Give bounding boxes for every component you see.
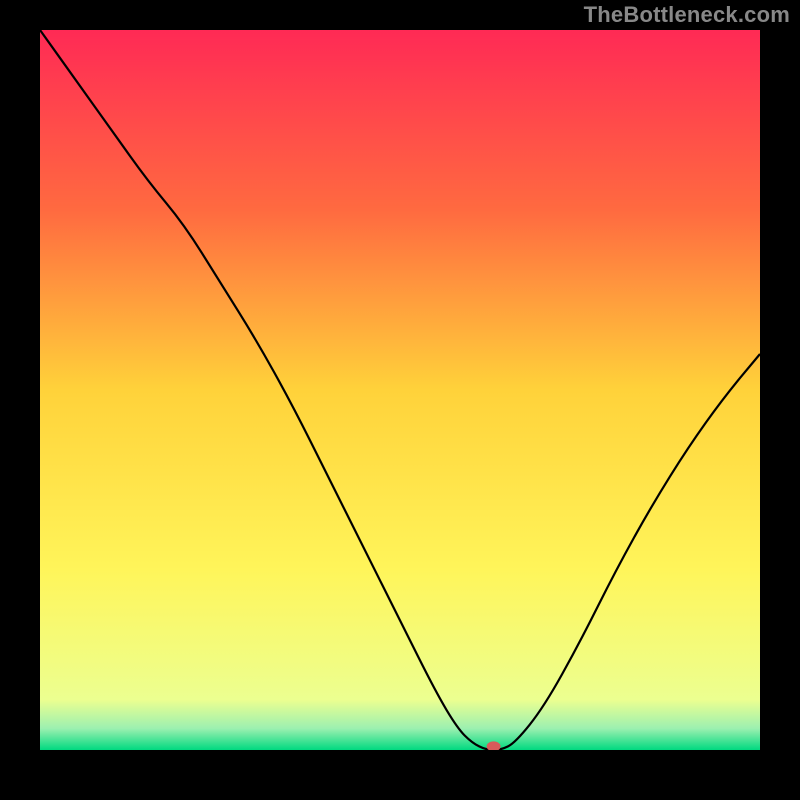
gradient-background (40, 30, 760, 750)
chart-svg (40, 30, 760, 750)
watermark-text: TheBottleneck.com (584, 2, 790, 28)
chart-frame: TheBottleneck.com (0, 0, 800, 800)
plot-area (40, 30, 760, 750)
